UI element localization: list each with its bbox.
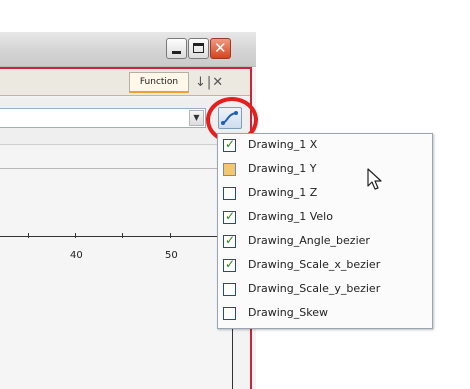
menu-item-drawing-skew[interactable]: Drawing_Skew <box>218 302 432 326</box>
function-graph-area[interactable] <box>0 150 232 389</box>
graph-x-axis <box>0 236 232 237</box>
menu-item-drawing-scale-y-bezier[interactable]: Drawing_Scale_y_bezier <box>218 278 432 302</box>
menu-item-label: Drawing_Scale_x_bezier <box>248 258 381 271</box>
minimize-button[interactable] <box>166 38 187 59</box>
minimize-icon <box>172 51 181 54</box>
menu-item-drawing-1-x[interactable]: ✓ Drawing_1 X <box>218 134 432 158</box>
combo-dropdown-button[interactable]: ▼ <box>189 110 204 126</box>
function-selector-combobox[interactable] <box>0 108 206 128</box>
functions-dropdown-menu: ✓ Drawing_1 X Drawing_1 Y Drawing_1 Z ✓ … <box>217 133 433 329</box>
checkbox-drawing-scale-y-bezier[interactable] <box>223 283 236 296</box>
menu-item-drawing-1-z[interactable]: Drawing_1 Z <box>218 182 432 206</box>
panel-menu-icon[interactable]: ↓|✕ <box>195 75 224 90</box>
close-button[interactable]: ✕ <box>210 38 231 59</box>
window-titlebar[interactable]: ✕ <box>0 32 256 67</box>
menu-item-drawing-scale-x-bezier[interactable]: ✓ Drawing_Scale_x_bezier <box>218 254 432 278</box>
checkbox-drawing-skew[interactable] <box>223 307 236 320</box>
maximize-icon <box>193 43 204 53</box>
close-icon: ✕ <box>214 39 227 57</box>
menu-item-label: Drawing_Skew <box>248 306 328 319</box>
menu-item-label: Drawing_Angle_bezier <box>248 234 370 247</box>
axis-tick <box>170 233 171 238</box>
axis-tick-label: 40 <box>70 250 83 261</box>
menu-item-drawing-angle-bezier[interactable]: ✓ Drawing_Angle_bezier <box>218 230 432 254</box>
maximize-button[interactable] <box>188 38 209 59</box>
mouse-pointer-icon <box>367 168 382 190</box>
tab-function[interactable]: Function <box>129 72 189 93</box>
panel-tab-controls[interactable]: ↓|✕ <box>195 73 247 93</box>
menu-item-label: Drawing_Scale_y_bezier <box>248 282 381 295</box>
axis-tick <box>122 233 123 238</box>
axis-tick-label: 50 <box>165 250 178 261</box>
chevron-down-icon: ▼ <box>193 113 200 122</box>
check-icon: ✓ <box>225 137 236 151</box>
menu-item-label: Drawing_1 Y <box>248 162 317 175</box>
menu-item-label: Drawing_1 X <box>248 138 318 151</box>
graph-ruler-line <box>0 168 232 169</box>
checkbox-drawing-angle-bezier[interactable]: ✓ <box>223 233 236 248</box>
checkbox-drawing-1-velo[interactable]: ✓ <box>223 209 236 224</box>
menu-item-label: Drawing_1 Velo <box>248 210 333 223</box>
check-icon: ✓ <box>225 209 236 223</box>
checkbox-drawing-1-y[interactable] <box>223 163 236 176</box>
axis-tick <box>28 233 29 238</box>
axis-tick <box>75 233 76 238</box>
checkbox-drawing-1-x[interactable]: ✓ <box>223 137 236 152</box>
check-icon: ✓ <box>225 233 236 247</box>
menu-item-label: Drawing_1 Z <box>248 186 318 199</box>
check-icon: ✓ <box>225 257 236 271</box>
menu-item-drawing-1-velo[interactable]: ✓ Drawing_1 Velo <box>218 206 432 230</box>
checkbox-drawing-1-z[interactable] <box>223 187 236 200</box>
menu-item-drawing-1-y[interactable]: Drawing_1 Y <box>218 158 432 182</box>
checkbox-drawing-scale-x-bezier[interactable]: ✓ <box>223 257 236 272</box>
